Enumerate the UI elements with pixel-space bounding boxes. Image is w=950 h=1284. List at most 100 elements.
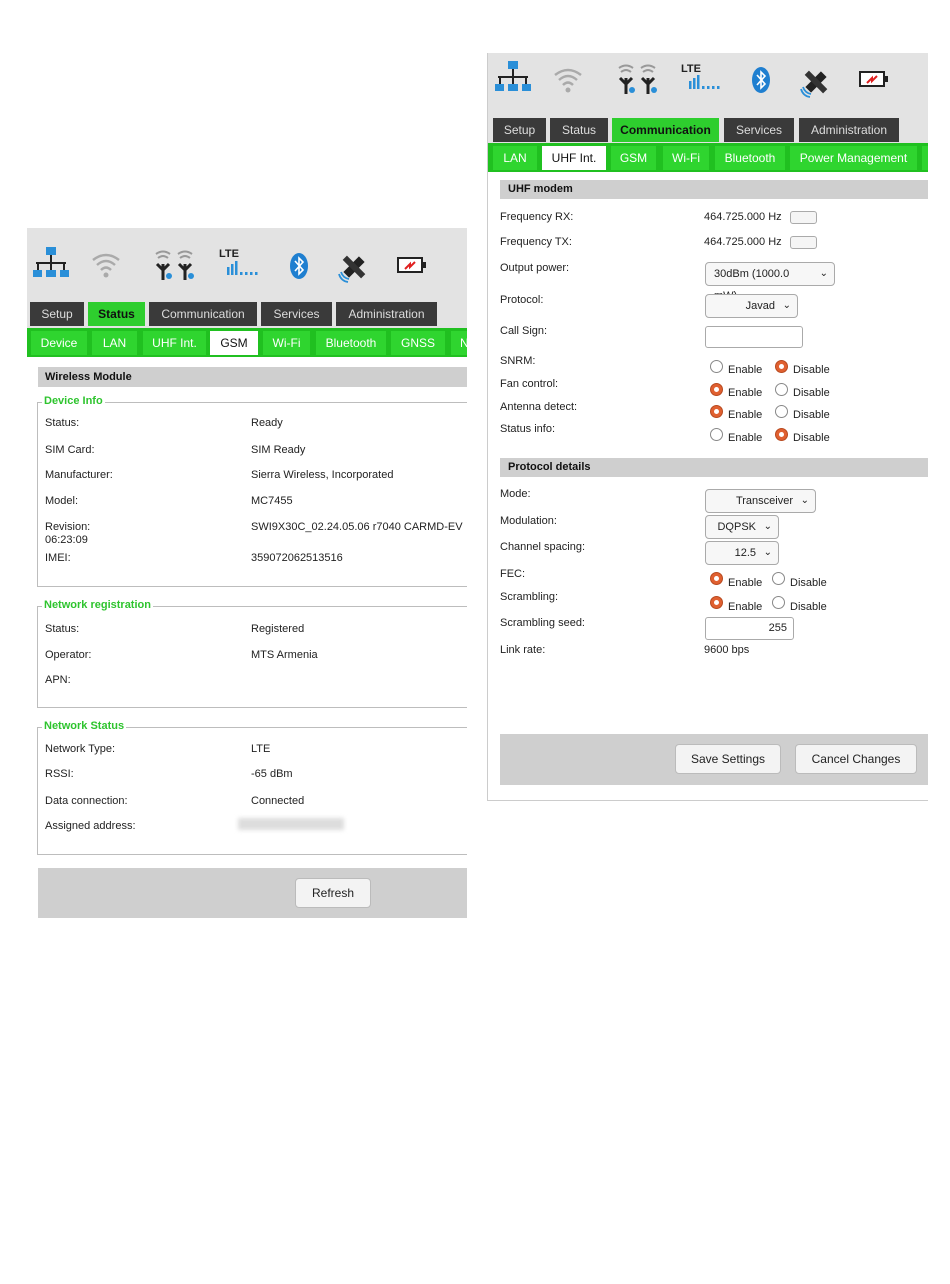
sim-card-label: SIM Card:	[45, 444, 95, 456]
subtab-bluetooth[interactable]: Bluetooth	[316, 331, 386, 355]
subtab-lan[interactable]: LAN	[92, 331, 137, 355]
status-icon-bar: LTE	[27, 228, 467, 302]
scrambling-enable-radio[interactable]	[710, 596, 723, 609]
fec-disable-radio[interactable]	[772, 572, 785, 585]
tab-services[interactable]: Services	[261, 302, 332, 326]
subtab-uhf[interactable]: UHF Int.	[143, 331, 206, 355]
manufacturer-value: Sierra Wireless, Incorporated	[251, 469, 394, 481]
freq-rx-edit[interactable]	[790, 211, 817, 224]
freq-tx-edit[interactable]	[790, 236, 817, 249]
snrm-disable-radio[interactable]	[775, 360, 788, 373]
satellite-icon[interactable]	[337, 250, 371, 284]
satellite-icon[interactable]	[799, 65, 833, 99]
network-type-label: Network Type:	[45, 743, 116, 755]
tab-setup[interactable]: Setup	[30, 302, 84, 326]
fan-disable-radio[interactable]	[775, 383, 788, 396]
subtab-uhf[interactable]: UHF Int.	[542, 146, 606, 170]
scrambling-label: Scrambling:	[500, 591, 559, 603]
lan-icon[interactable]	[33, 246, 69, 282]
subtab-gsm[interactable]: GSM	[611, 146, 656, 170]
registration-status-label: Status:	[45, 623, 80, 635]
antenna-disable-label: Disable	[793, 409, 830, 421]
subtab-next[interactable]: N	[451, 331, 467, 355]
tab-status[interactable]: Status	[88, 302, 145, 326]
imei-label: IMEI:	[45, 552, 71, 564]
wifi-icon[interactable]	[553, 65, 583, 95]
wifi-icon[interactable]	[91, 250, 121, 280]
tab-communication[interactable]: Communication	[612, 118, 719, 142]
uhf-sub-tabs: LAN UHF Int. GSM Wi-Fi Bluetooth Power M…	[488, 143, 928, 172]
antenna-disable-radio[interactable]	[775, 405, 788, 418]
network-status-group: Network Status Network Type: LTE RSSI: -…	[37, 720, 467, 855]
subtab-overflow[interactable]	[922, 146, 928, 170]
device-info-group: Device Info Status: Ready SIM Card: SIM …	[37, 395, 467, 587]
subtab-power-management[interactable]: Power Management	[790, 146, 917, 170]
fan-enable-label: Enable	[728, 387, 763, 399]
tab-administration[interactable]: Administration	[799, 118, 899, 142]
device-status-label: Status:	[45, 417, 80, 429]
uhf-footer: Save Settings Cancel Changes	[500, 734, 928, 785]
operator-value: MTS Armenia	[251, 649, 318, 661]
subtab-wifi[interactable]: Wi-Fi	[263, 331, 310, 355]
output-power-label: Output power:	[500, 262, 570, 274]
subtab-device[interactable]: Device	[31, 331, 87, 355]
freq-tx-label: Frequency TX:	[500, 236, 572, 248]
output-power-select[interactable]: 30dBm (1000.0 mW)⌄	[705, 262, 835, 302]
freq-rx-value: 464.725.000 Hz	[704, 211, 782, 223]
chevron-down-icon: ⌄	[763, 521, 772, 532]
model-label: Model:	[45, 495, 79, 507]
modulation-label: Modulation:	[500, 515, 557, 527]
tab-setup[interactable]: Setup	[493, 118, 546, 142]
fan-enable-radio[interactable]	[710, 383, 723, 396]
snrm-label: SNRM:	[500, 355, 536, 367]
uhf-main-tabs: Setup Status Communication Services Admi…	[488, 113, 928, 143]
bluetooth-icon[interactable]	[751, 66, 771, 94]
snrm-enable-radio[interactable]	[710, 360, 723, 373]
status-info-enable-radio[interactable]	[710, 428, 723, 441]
scrambling-enable-label: Enable	[728, 601, 763, 613]
save-settings-button[interactable]: Save Settings	[675, 744, 781, 774]
channel-spacing-value: 12.5	[734, 547, 756, 559]
call-sign-label: Call Sign:	[500, 325, 548, 337]
uhf-antennas-icon[interactable]	[151, 248, 197, 282]
call-sign-input[interactable]	[705, 326, 803, 348]
tab-services[interactable]: Services	[724, 118, 794, 142]
scrambling-disable-radio[interactable]	[772, 596, 785, 609]
subtab-gsm[interactable]: GSM	[210, 331, 258, 355]
subtab-wifi[interactable]: Wi-Fi	[663, 146, 709, 170]
mode-select[interactable]: Transceiver ⌄	[705, 489, 816, 513]
lte-signal-icon[interactable]	[689, 75, 721, 89]
battery-icon[interactable]	[397, 257, 427, 273]
assigned-address-redacted	[238, 818, 344, 830]
subtab-lan[interactable]: LAN	[493, 146, 537, 170]
modulation-select[interactable]: DQPSK ⌄	[705, 515, 779, 539]
fec-enable-radio[interactable]	[710, 572, 723, 585]
freq-rx-label: Frequency RX:	[500, 211, 574, 223]
bluetooth-icon[interactable]	[289, 252, 309, 280]
lan-icon[interactable]	[495, 60, 531, 96]
status-info-disable-label: Disable	[793, 432, 830, 444]
data-connection-value: Connected	[251, 795, 305, 807]
lte-signal-icon[interactable]	[227, 261, 259, 275]
device-status-value: Ready	[251, 417, 283, 429]
cancel-changes-button[interactable]: Cancel Changes	[795, 744, 917, 774]
battery-icon[interactable]	[859, 71, 889, 87]
tab-status[interactable]: Status	[550, 118, 608, 142]
status-main-tabs: Setup Status Communication Services Admi…	[27, 302, 467, 328]
subtab-bluetooth[interactable]: Bluetooth	[715, 146, 785, 170]
uhf-icon-bar: LTE	[488, 53, 928, 113]
chevron-down-icon: ⌄	[763, 547, 772, 558]
tab-administration[interactable]: Administration	[336, 302, 437, 326]
snrm-enable-label: Enable	[728, 364, 763, 376]
subtab-gnss[interactable]: GNSS	[391, 331, 445, 355]
channel-spacing-label: Channel spacing:	[500, 541, 586, 553]
uhf-antennas-icon[interactable]	[614, 62, 660, 96]
network-status-legend: Network Status	[42, 720, 127, 732]
channel-spacing-select[interactable]: 12.5 ⌄	[705, 541, 779, 565]
tab-communication[interactable]: Communication	[149, 302, 257, 326]
refresh-button[interactable]: Refresh	[295, 878, 371, 908]
antenna-enable-radio[interactable]	[710, 405, 723, 418]
scrambling-seed-input[interactable]: 255	[705, 617, 794, 640]
status-info-disable-radio[interactable]	[775, 428, 788, 441]
protocol-select[interactable]: Javad ⌄	[705, 294, 798, 318]
